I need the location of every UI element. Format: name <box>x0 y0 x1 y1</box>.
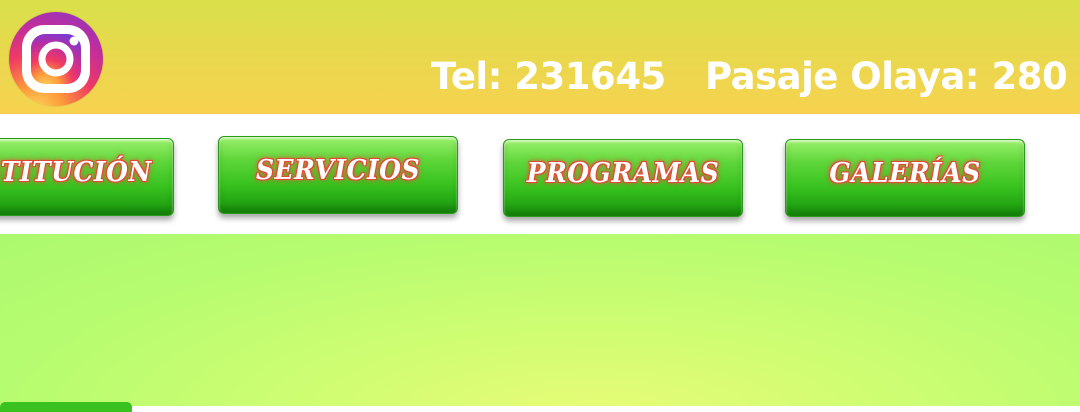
nav-button-galerias[interactable]: GALERÍAS <box>785 139 1025 217</box>
nav-button-label: SERVICIOS <box>255 153 420 186</box>
nav-button-label: GALERÍAS <box>829 156 981 189</box>
main-content <box>0 234 1080 406</box>
address: Pasaje Olaya: 280 <box>705 55 1068 98</box>
nav-button-label: PROGRAMAS <box>526 156 720 189</box>
header-bar: Tel: 231645 Pasaje Olaya: 280 <box>0 0 1080 114</box>
phone-number: Tel: 231645 <box>431 55 666 98</box>
nav-button-servicios[interactable]: SERVICIOS <box>218 136 458 214</box>
nav-button-institucion[interactable]: STITUCIÓN <box>0 138 174 216</box>
instagram-icon[interactable] <box>9 12 103 106</box>
nav-button-label: STITUCIÓN <box>0 155 152 188</box>
instagram-glyph <box>22 25 90 93</box>
nav-bar: STITUCIÓN SERVICIOS PROGRAMAS GALERÍAS <box>0 114 1080 234</box>
nav-button-programas[interactable]: PROGRAMAS <box>503 139 743 217</box>
bottom-tab[interactable] <box>0 402 132 412</box>
